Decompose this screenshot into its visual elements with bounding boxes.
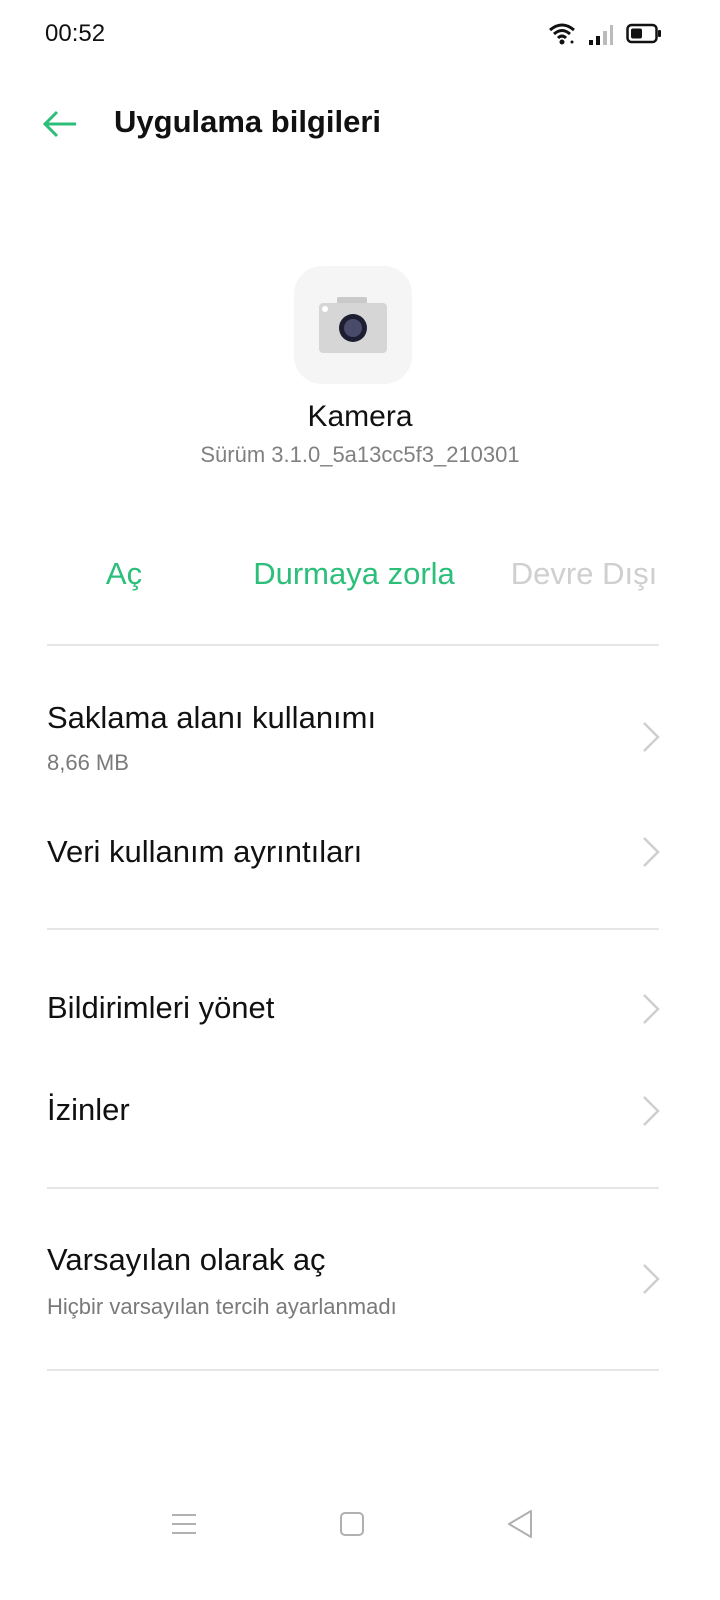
home-icon[interactable] bbox=[338, 1510, 366, 1538]
menu-icon[interactable] bbox=[170, 1510, 198, 1538]
list-item-notifications[interactable]: Bildirimleri yönet bbox=[0, 968, 720, 1058]
app-version: Sürüm 3.1.0_5a13cc5f3_210301 bbox=[200, 442, 520, 467]
app-icon bbox=[294, 266, 412, 384]
chevron-right-icon bbox=[643, 1264, 660, 1294]
list-item-title: Varsayılan olarak aç bbox=[47, 1242, 326, 1277]
page-title: Uygulama bilgileri bbox=[114, 104, 382, 139]
disable-button[interactable]: Devre Dışı bbox=[494, 556, 674, 592]
back-icon[interactable] bbox=[505, 1508, 537, 1540]
list-item-open-by-default[interactable]: Varsayılan olarak aç Hiçbir varsayılan t… bbox=[0, 1232, 720, 1342]
divider bbox=[47, 644, 659, 646]
force-stop-button[interactable]: Durmaya zorla bbox=[228, 556, 480, 592]
camera-icon bbox=[319, 297, 387, 353]
status-icons bbox=[548, 22, 662, 46]
list-item-title: İzinler bbox=[47, 1092, 130, 1127]
chevron-right-icon bbox=[643, 994, 660, 1024]
list-item-title: Veri kullanım ayrıntıları bbox=[47, 834, 363, 869]
navigation-bar bbox=[0, 1490, 720, 1560]
list-item-storage[interactable]: Saklama alanı kullanımı 8,66 MB bbox=[0, 690, 720, 800]
list-item-subtitle: Hiçbir varsayılan tercih ayarlanmadı bbox=[47, 1294, 397, 1319]
divider bbox=[47, 1369, 659, 1371]
list-item-data-usage[interactable]: Veri kullanım ayrıntıları bbox=[0, 810, 720, 900]
open-button[interactable]: Aç bbox=[64, 556, 184, 592]
wifi-icon bbox=[549, 23, 575, 45]
list-item-title: Saklama alanı kullanımı bbox=[47, 700, 377, 735]
chevron-right-icon bbox=[643, 837, 660, 867]
divider bbox=[47, 1187, 659, 1189]
status-time: 00:52 bbox=[45, 20, 106, 47]
chevron-right-icon bbox=[643, 1096, 660, 1126]
list-item-permissions[interactable]: İzinler bbox=[0, 1070, 720, 1160]
list-item-title: Bildirimleri yönet bbox=[47, 990, 275, 1025]
back-arrow-icon[interactable] bbox=[40, 104, 80, 144]
list-item-subtitle: 8,66 MB bbox=[47, 750, 129, 775]
divider bbox=[47, 928, 659, 930]
signal-icon bbox=[589, 25, 613, 45]
app-name: Kamera bbox=[307, 400, 413, 433]
chevron-right-icon bbox=[643, 722, 660, 752]
battery-icon bbox=[626, 23, 661, 44]
